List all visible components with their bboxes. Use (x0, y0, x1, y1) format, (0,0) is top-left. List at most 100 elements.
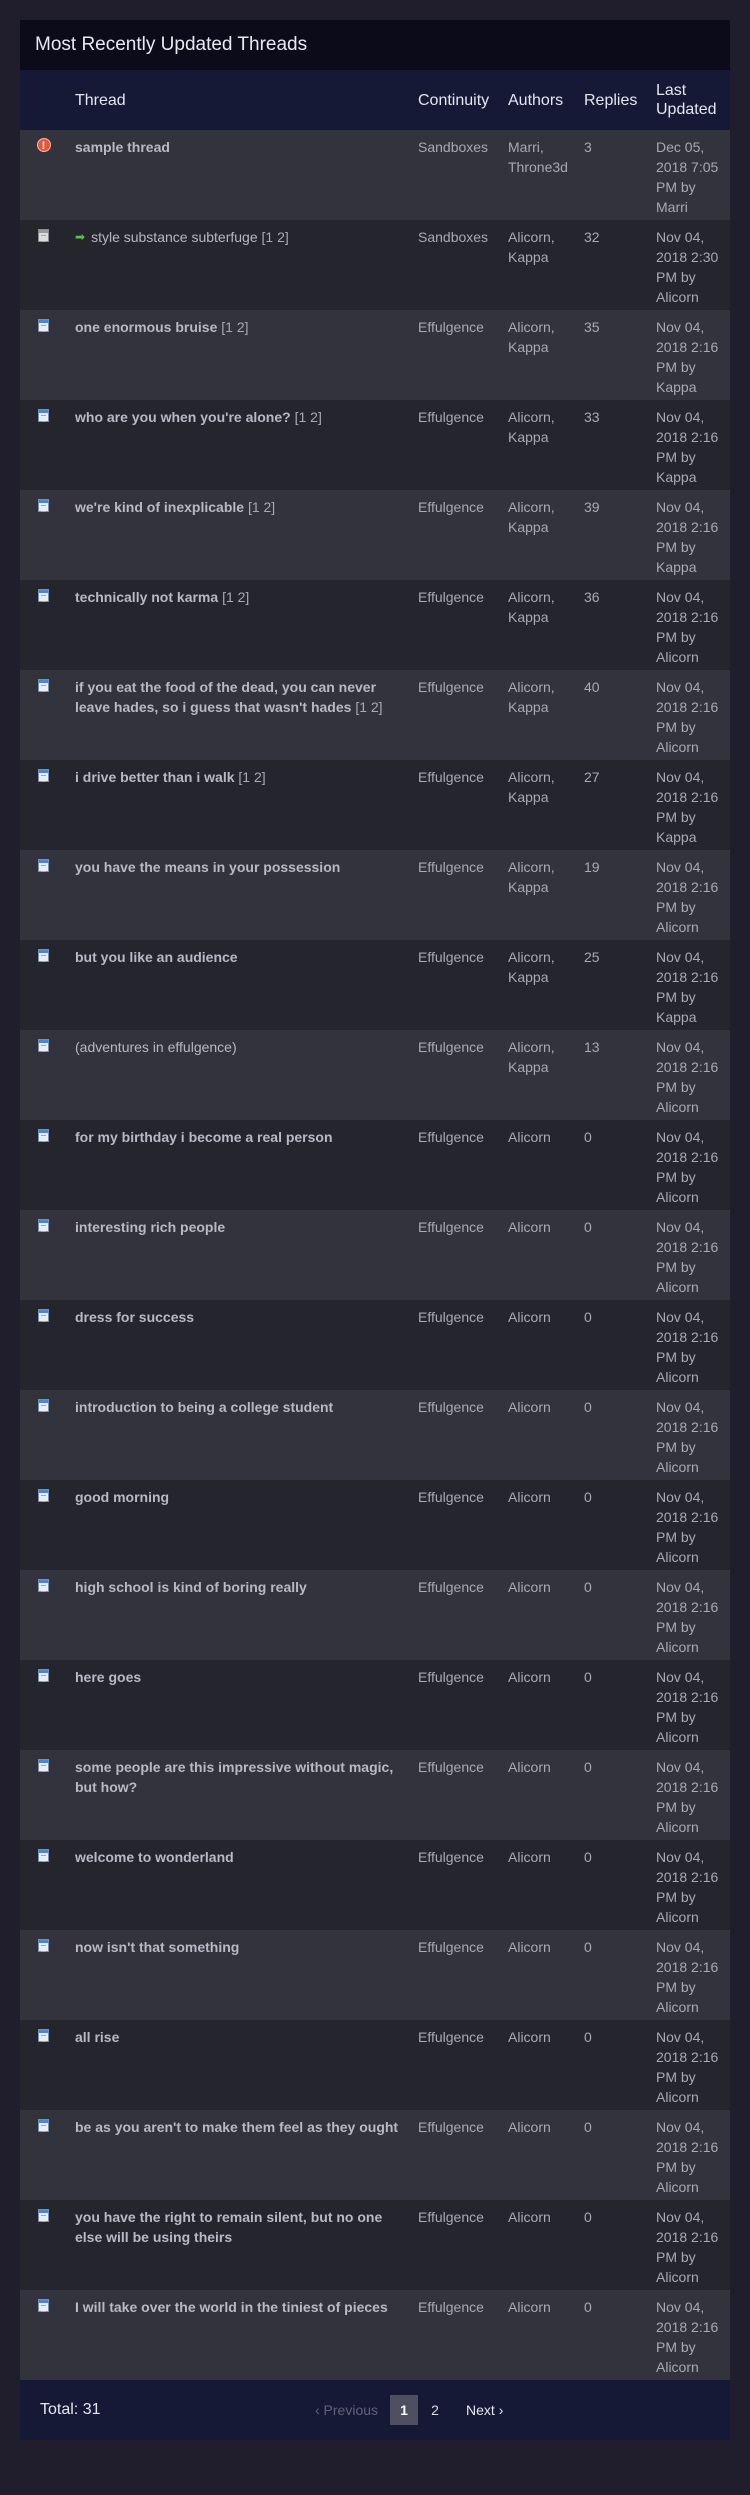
updated-date[interactable]: Nov 04, 2018 2:16 PM by (656, 679, 718, 735)
authors-cell[interactable]: Alicorn, Kappa (500, 400, 576, 490)
authors-cell[interactable]: Alicorn (500, 1570, 576, 1660)
thread-title-link[interactable]: we're kind of inexplicable (75, 499, 244, 515)
updated-date[interactable]: Nov 04, 2018 2:16 PM by (656, 1129, 718, 1185)
authors-cell[interactable]: Alicorn, Kappa (500, 850, 576, 940)
thread-title-link[interactable]: if you eat the food of the dead, you can… (75, 679, 376, 715)
updated-date[interactable]: Nov 04, 2018 2:16 PM by (656, 2119, 718, 2175)
thread-title-link[interactable]: but you like an audience (75, 949, 238, 965)
thread-title-link[interactable]: introduction to being a college student (75, 1399, 333, 1415)
updated-date[interactable]: Nov 04, 2018 2:16 PM by (656, 2029, 718, 2085)
updated-by-user[interactable]: Alicorn (656, 2089, 699, 2105)
continuity-cell[interactable]: Effulgence (410, 580, 500, 670)
updated-by-user[interactable]: Alicorn (656, 1639, 699, 1655)
authors-cell[interactable]: Alicorn, Kappa (500, 310, 576, 400)
continuity-cell[interactable]: Effulgence (410, 1210, 500, 1300)
updated-by-user[interactable]: Alicorn (656, 919, 699, 935)
authors-cell[interactable]: Alicorn (500, 1390, 576, 1480)
updated-by-user[interactable]: Alicorn (656, 1909, 699, 1925)
continuity-cell[interactable]: Effulgence (410, 310, 500, 400)
updated-date[interactable]: Nov 04, 2018 2:16 PM by (656, 1669, 718, 1725)
updated-by-user[interactable]: Alicorn (656, 289, 699, 305)
authors-cell[interactable]: Alicorn, Kappa (500, 220, 576, 310)
updated-by-user[interactable]: Alicorn (656, 1729, 699, 1745)
thread-page-links[interactable]: [1 2] (221, 319, 248, 335)
continuity-cell[interactable]: Effulgence (410, 1570, 500, 1660)
continuity-cell[interactable]: Effulgence (410, 1120, 500, 1210)
continuity-cell[interactable]: Effulgence (410, 670, 500, 760)
authors-cell[interactable]: Alicorn (500, 1840, 576, 1930)
continuity-cell[interactable]: Effulgence (410, 2020, 500, 2110)
authors-cell[interactable]: Alicorn, Kappa (500, 580, 576, 670)
thread-page-links[interactable]: [1 2] (222, 589, 249, 605)
updated-by-user[interactable]: Kappa (656, 469, 696, 485)
updated-date[interactable]: Nov 04, 2018 2:16 PM by (656, 319, 718, 375)
page-2-button[interactable]: 2 (421, 2395, 449, 2425)
updated-date[interactable]: Nov 04, 2018 2:16 PM by (656, 1849, 718, 1905)
authors-cell[interactable]: Alicorn (500, 1480, 576, 1570)
next-page-button[interactable]: Next › (466, 2402, 503, 2418)
thread-page-links[interactable]: [1 2] (355, 699, 382, 715)
thread-title-link[interactable]: style substance subterfuge (91, 229, 258, 245)
authors-cell[interactable]: Alicorn (500, 1210, 576, 1300)
authors-cell[interactable]: Alicorn (500, 2290, 576, 2380)
authors-cell[interactable]: Alicorn (500, 1120, 576, 1210)
continuity-cell[interactable]: Effulgence (410, 1480, 500, 1570)
continuity-cell[interactable]: Effulgence (410, 1840, 500, 1930)
updated-by-user[interactable]: Alicorn (656, 1369, 699, 1385)
thread-title-link[interactable]: welcome to wonderland (75, 1849, 234, 1865)
updated-date[interactable]: Nov 04, 2018 2:16 PM by (656, 1579, 718, 1635)
continuity-cell[interactable]: Effulgence (410, 490, 500, 580)
authors-cell[interactable]: Alicorn (500, 2020, 576, 2110)
updated-by-user[interactable]: Alicorn (656, 739, 699, 755)
authors-cell[interactable]: Alicorn (500, 2110, 576, 2200)
continuity-cell[interactable]: Effulgence (410, 760, 500, 850)
updated-by-user[interactable]: Alicorn (656, 2179, 699, 2195)
thread-title-link[interactable]: i drive better than i walk (75, 769, 235, 785)
continuity-cell[interactable]: Sandboxes (410, 220, 500, 310)
continuity-cell[interactable]: Effulgence (410, 1660, 500, 1750)
thread-title-link[interactable]: you have the means in your possession (75, 859, 340, 875)
thread-title-link[interactable]: who are you when you're alone? (75, 409, 291, 425)
updated-by-user[interactable]: Alicorn (656, 2269, 699, 2285)
updated-by-user[interactable]: Kappa (656, 829, 696, 845)
continuity-cell[interactable]: Effulgence (410, 1390, 500, 1480)
authors-cell[interactable]: Alicorn (500, 1750, 576, 1840)
updated-by-user[interactable]: Alicorn (656, 1279, 699, 1295)
updated-date[interactable]: Nov 04, 2018 2:16 PM by (656, 859, 718, 915)
updated-by-user[interactable]: Kappa (656, 379, 696, 395)
unread-arrow-icon[interactable]: ➡ (75, 227, 85, 247)
updated-date[interactable]: Nov 04, 2018 2:16 PM by (656, 1939, 718, 1995)
updated-by-user[interactable]: Alicorn (656, 1819, 699, 1835)
continuity-cell[interactable]: Effulgence (410, 850, 500, 940)
updated-date[interactable]: Nov 04, 2018 2:16 PM by (656, 1309, 718, 1365)
updated-by-user[interactable]: Alicorn (656, 1549, 699, 1565)
thread-title-link[interactable]: dress for success (75, 1309, 194, 1325)
thread-page-links[interactable]: [1 2] (238, 769, 265, 785)
updated-date[interactable]: Nov 04, 2018 2:16 PM by (656, 1759, 718, 1815)
updated-date[interactable]: Nov 04, 2018 2:16 PM by (656, 769, 718, 825)
thread-title-link[interactable]: here goes (75, 1669, 141, 1685)
updated-by-user[interactable]: Alicorn (656, 649, 699, 665)
updated-by-user[interactable]: Alicorn (656, 2359, 699, 2375)
updated-date[interactable]: Nov 04, 2018 2:16 PM by (656, 1489, 718, 1545)
updated-date[interactable]: Nov 04, 2018 2:16 PM by (656, 949, 718, 1005)
page-1-button[interactable]: 1 (390, 2395, 419, 2425)
authors-cell[interactable]: Alicorn, Kappa (500, 670, 576, 760)
updated-by-user[interactable]: Alicorn (656, 1459, 699, 1475)
updated-by-user[interactable]: Alicorn (656, 1189, 699, 1205)
continuity-cell[interactable]: Effulgence (410, 2200, 500, 2290)
thread-title-link[interactable]: be as you aren't to make them feel as th… (75, 2119, 398, 2135)
authors-cell[interactable]: Alicorn (500, 1660, 576, 1750)
updated-by-user[interactable]: Marri (656, 199, 688, 215)
thread-title-link[interactable]: (adventures in effulgence) (75, 1039, 237, 1055)
thread-title-link[interactable]: one enormous bruise (75, 319, 217, 335)
updated-date[interactable]: Nov 04, 2018 2:16 PM by (656, 1399, 718, 1455)
authors-cell[interactable]: Alicorn, Kappa (500, 490, 576, 580)
updated-date[interactable]: Nov 04, 2018 2:16 PM by (656, 2299, 718, 2355)
thread-page-links[interactable]: [1 2] (248, 499, 275, 515)
thread-page-links[interactable]: [1 2] (295, 409, 322, 425)
thread-title-link[interactable]: all rise (75, 2029, 119, 2045)
continuity-cell[interactable]: Effulgence (410, 1300, 500, 1390)
updated-date[interactable]: Nov 04, 2018 2:16 PM by (656, 1039, 718, 1095)
authors-cell[interactable]: Alicorn, Kappa (500, 760, 576, 850)
